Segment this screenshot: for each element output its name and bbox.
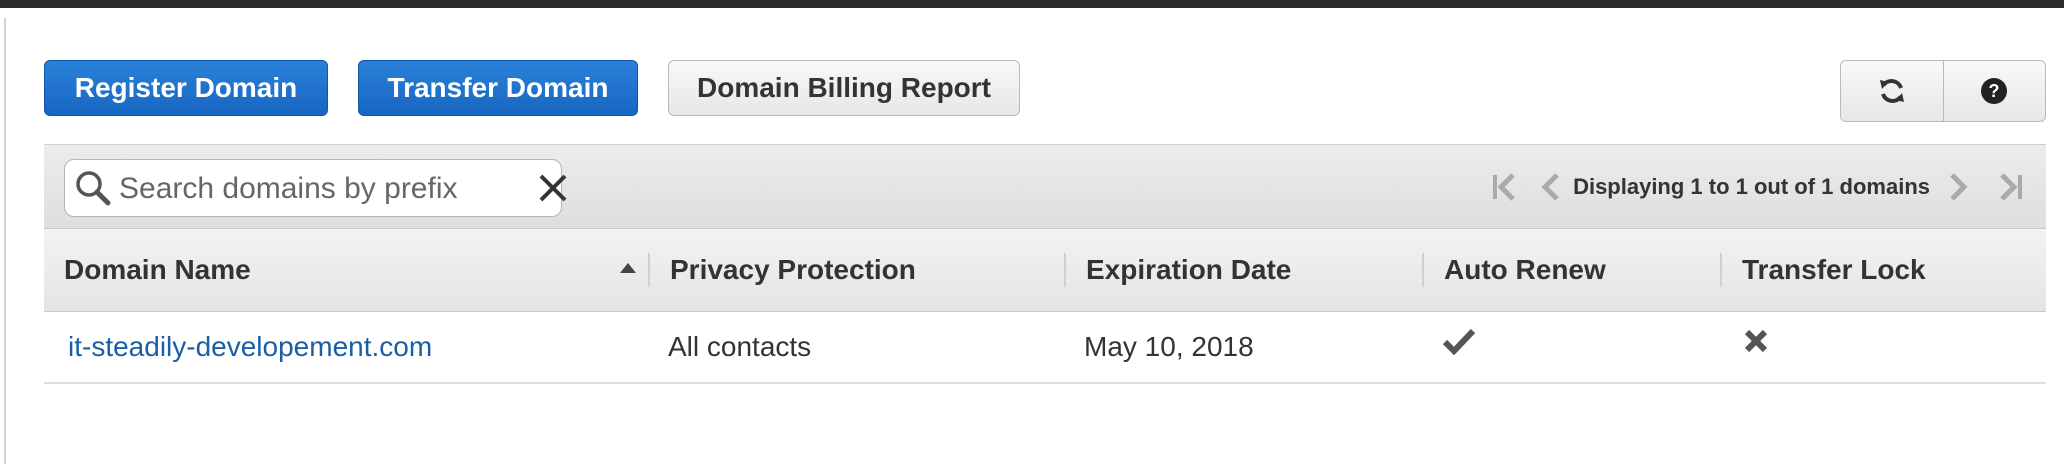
- transfer-domain-button[interactable]: Transfer Domain: [358, 60, 638, 116]
- toolbar-icon-group: ?: [1840, 60, 2046, 122]
- refresh-button[interactable]: [1841, 61, 1943, 121]
- transfer-lock-cell: [1742, 306, 1770, 376]
- filter-bar: Displaying 1 to 1 out of 1 domains: [44, 144, 2046, 229]
- column-header-expiration-date[interactable]: Expiration Date: [1066, 229, 1424, 311]
- table-header: Domain Name Privacy Protection Expiratio…: [44, 228, 2046, 312]
- table-row[interactable]: it-steadily-developement.com All contact…: [44, 312, 2046, 384]
- left-panel-edge: [0, 18, 6, 464]
- domain-link[interactable]: it-steadily-developement.com: [68, 331, 432, 363]
- refresh-icon: [1879, 79, 1904, 103]
- auto-renew-cell: [1442, 306, 1476, 376]
- column-header-privacy-protection[interactable]: Privacy Protection: [650, 229, 1066, 311]
- pagination: Displaying 1 to 1 out of 1 domains: [1489, 167, 2028, 207]
- column-header-label: Privacy Protection: [670, 254, 916, 285]
- last-page-icon[interactable]: [1992, 171, 2028, 203]
- column-header-transfer-lock[interactable]: Transfer Lock: [1722, 229, 2046, 311]
- column-header-label: Auto Renew: [1444, 254, 1606, 285]
- domains-grid: Displaying 1 to 1 out of 1 domains Domai…: [44, 144, 2046, 384]
- domain-name-cell: it-steadily-developement.com: [68, 312, 432, 382]
- search-box[interactable]: [64, 159, 567, 217]
- column-header-label: Domain Name: [64, 254, 251, 285]
- sort-ascending-icon: [620, 263, 636, 273]
- expiration-date-cell: May 10, 2018: [1084, 331, 1254, 362]
- previous-page-icon[interactable]: [1539, 171, 1563, 203]
- first-page-icon[interactable]: [1489, 171, 1525, 203]
- column-header-label: Transfer Lock: [1742, 254, 1926, 285]
- search-icon: [76, 171, 111, 206]
- help-icon: ?: [1981, 78, 2008, 104]
- pagination-text: Displaying 1 to 1 out of 1 domains: [1573, 174, 1930, 199]
- privacy-protection-cell: All contacts: [668, 331, 812, 362]
- column-header-auto-renew[interactable]: Auto Renew: [1424, 229, 1722, 311]
- help-button[interactable]: ?: [1942, 61, 2045, 121]
- clear-search-icon[interactable]: [537, 172, 569, 204]
- register-domain-button[interactable]: Register Domain: [44, 60, 328, 116]
- column-header-domain-name[interactable]: Domain Name: [44, 229, 650, 311]
- svg-text:?: ?: [1989, 81, 2000, 101]
- cross-icon: [1744, 329, 1768, 353]
- next-page-icon[interactable]: [1946, 171, 1970, 203]
- search-input[interactable]: [117, 168, 501, 210]
- column-header-label: Expiration Date: [1086, 254, 1292, 285]
- checkmark-icon: [1442, 328, 1476, 355]
- domain-billing-report-button[interactable]: Domain Billing Report: [668, 60, 1020, 116]
- top-bar: [0, 0, 2064, 8]
